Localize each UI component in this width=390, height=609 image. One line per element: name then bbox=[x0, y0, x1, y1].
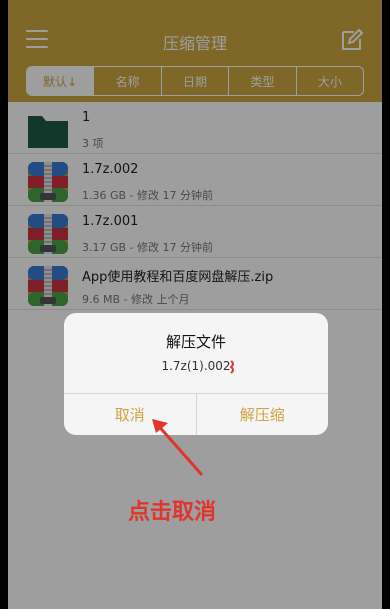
dialog-title: 解压文件 bbox=[165, 333, 226, 351]
extract-button[interactable]: 解压缩 bbox=[197, 394, 329, 435]
screen: 压缩管理 默认↓ 名称 日期 类型 大小 1 3 项 1.7z.002 1.36… bbox=[8, 0, 382, 609]
dialog-message: 1.7z(1).002 bbox=[161, 359, 231, 373]
arrow-icon bbox=[152, 419, 204, 476]
red-cursor-mark bbox=[230, 360, 234, 374]
annotation-text: 点击取消 bbox=[128, 500, 217, 525]
